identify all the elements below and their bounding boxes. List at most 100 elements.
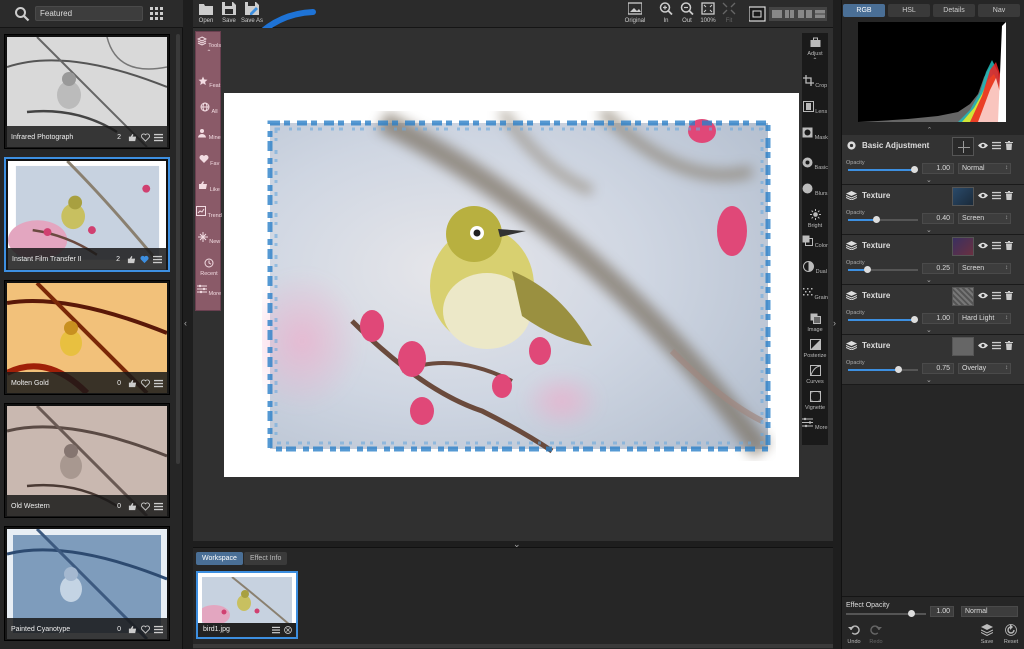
- mine-button[interactable]: Mine: [196, 128, 222, 141]
- blend-mode-select[interactable]: Hard Light: [958, 313, 1011, 324]
- fit-button[interactable]: Fit: [718, 2, 740, 24]
- opacity-value[interactable]: 1.00: [922, 163, 954, 174]
- recent-button[interactable]: Recent: [196, 258, 222, 277]
- preset-thumbnail[interactable]: Instant Film Transfer II 2: [4, 157, 170, 272]
- heart-icon[interactable]: [141, 132, 150, 142]
- expand-layer-icon[interactable]: ⌄: [926, 276, 932, 284]
- effect-blend-select[interactable]: Normal: [961, 606, 1018, 617]
- more-button[interactable]: More: [196, 284, 222, 297]
- grain-button[interactable]: Grain: [802, 287, 828, 301]
- bright-button[interactable]: Bright: [802, 209, 828, 229]
- menu-icon[interactable]: [154, 502, 163, 511]
- tab-workspace[interactable]: Workspace: [196, 552, 243, 565]
- heart-icon[interactable]: [140, 255, 149, 264]
- texture-thumbnail[interactable]: [952, 187, 974, 206]
- menu-icon[interactable]: [992, 191, 1001, 200]
- expand-layer-icon[interactable]: ⌄: [926, 376, 932, 384]
- menu-icon[interactable]: [992, 141, 1001, 150]
- preset-thumbnail[interactable]: Infrared Photograph 2: [4, 34, 170, 149]
- image-canvas[interactable]: [224, 93, 799, 477]
- menu-icon[interactable]: [154, 379, 163, 388]
- expand-layer-icon[interactable]: ⌄: [926, 176, 932, 184]
- opacity-slider[interactable]: [848, 166, 918, 173]
- preset-thumbnail[interactable]: Molten Gold 0: [4, 280, 170, 395]
- layer-item[interactable]: Basic Adjustment Opacity 1.00 Normal ⌄: [842, 135, 1024, 185]
- layer-item[interactable]: Texture Opacity 0.75 Overlay ⌄: [842, 335, 1024, 385]
- more-adjust-button[interactable]: More: [802, 417, 828, 431]
- thumbs-up-icon[interactable]: [127, 255, 136, 264]
- trash-icon[interactable]: [1005, 141, 1013, 150]
- lens-button[interactable]: Lens: [802, 101, 828, 115]
- thumbs-up-icon[interactable]: [128, 502, 137, 511]
- new-button[interactable]: New: [196, 232, 222, 245]
- layer-item[interactable]: Texture Opacity 0.25 Screen ⌄: [842, 235, 1024, 285]
- zoom-100-button[interactable]: 100%: [697, 2, 719, 24]
- effect-opacity-value[interactable]: 1.00: [930, 606, 954, 617]
- original-button[interactable]: Original: [624, 2, 646, 24]
- menu-icon[interactable]: [992, 291, 1001, 300]
- effect-opacity-slider[interactable]: [846, 610, 926, 617]
- blend-mode-select[interactable]: Screen: [958, 213, 1011, 224]
- preset-thumbnail[interactable]: Old Western 0: [4, 403, 170, 518]
- trash-icon[interactable]: [1005, 291, 1013, 300]
- heart-icon[interactable]: [141, 624, 150, 634]
- grid-view-icon[interactable]: [150, 7, 163, 20]
- vignette-button[interactable]: Vignette: [802, 390, 828, 411]
- view-mode-selector[interactable]: [749, 6, 829, 22]
- blend-mode-select[interactable]: Normal: [958, 163, 1011, 174]
- workspace-scrollbar[interactable]: [193, 644, 833, 648]
- tab-rgb[interactable]: RGB: [843, 4, 885, 17]
- like-button[interactable]: Like: [196, 180, 222, 193]
- opacity-slider[interactable]: [848, 316, 918, 323]
- opacity-value[interactable]: 0.75: [922, 363, 954, 374]
- visibility-eye-icon[interactable]: [978, 141, 988, 150]
- trash-icon[interactable]: [1005, 341, 1013, 350]
- tools-button[interactable]: Tools ˆ: [196, 36, 222, 58]
- trash-icon[interactable]: [1005, 191, 1013, 200]
- reset-button[interactable]: Reset: [999, 624, 1023, 645]
- blurs-button[interactable]: Blurs: [802, 183, 828, 197]
- crop-button[interactable]: Crop: [802, 75, 828, 89]
- workspace-file-thumbnail[interactable]: bird1.jpg: [196, 571, 298, 639]
- expand-layer-icon[interactable]: ⌄: [926, 326, 932, 334]
- save-preset-button[interactable]: Save: [975, 624, 999, 645]
- menu-icon[interactable]: [153, 255, 162, 264]
- menu-icon[interactable]: [272, 626, 280, 634]
- preset-list-scrollbar[interactable]: [176, 34, 180, 464]
- layer-item[interactable]: Texture Opacity 1.00 Hard Light ⌄: [842, 285, 1024, 335]
- menu-icon[interactable]: [992, 341, 1001, 350]
- tab-hsl[interactable]: HSL: [888, 4, 930, 17]
- thumbs-up-icon[interactable]: [128, 625, 137, 634]
- visibility-eye-icon[interactable]: [978, 341, 988, 350]
- tab-effect-info[interactable]: Effect Info: [244, 552, 288, 565]
- basic-button[interactable]: Basic: [802, 157, 828, 171]
- preset-thumbnail[interactable]: Painted Cyanotype 0: [4, 526, 170, 641]
- collapse-left-panel-icon[interactable]: ‹: [184, 318, 187, 328]
- menu-icon[interactable]: [154, 625, 163, 634]
- menu-icon[interactable]: [992, 241, 1001, 250]
- texture-thumbnail[interactable]: [952, 237, 974, 256]
- redo-button[interactable]: Redo: [864, 624, 888, 645]
- open-button[interactable]: Open: [195, 2, 217, 24]
- dual-button[interactable]: Dual: [802, 261, 828, 275]
- opacity-slider[interactable]: [848, 366, 918, 373]
- undo-button[interactable]: Undo: [842, 624, 866, 645]
- zoom-in-button[interactable]: In: [655, 2, 677, 24]
- search-input[interactable]: Featured: [35, 6, 143, 21]
- close-circle-icon[interactable]: [284, 626, 292, 634]
- thumbs-up-icon[interactable]: [128, 133, 137, 142]
- all-button[interactable]: All: [196, 102, 222, 115]
- heart-icon[interactable]: [141, 378, 150, 388]
- opacity-slider[interactable]: [848, 216, 918, 223]
- image-button[interactable]: Image: [802, 313, 828, 333]
- color-button[interactable]: Color: [802, 235, 828, 249]
- texture-thumbnail[interactable]: [952, 337, 974, 356]
- trash-icon[interactable]: [1005, 241, 1013, 250]
- opacity-value[interactable]: 1.00: [922, 313, 954, 324]
- zoom-out-button[interactable]: Out: [676, 2, 698, 24]
- search-icon[interactable]: [14, 6, 30, 22]
- adjust-button[interactable]: Adjust ˆ: [802, 37, 828, 66]
- blend-mode-select[interactable]: Overlay: [958, 363, 1011, 374]
- layer-item[interactable]: Texture Opacity 0.40 Screen ⌄: [842, 185, 1024, 235]
- blend-mode-select[interactable]: Screen: [958, 263, 1011, 274]
